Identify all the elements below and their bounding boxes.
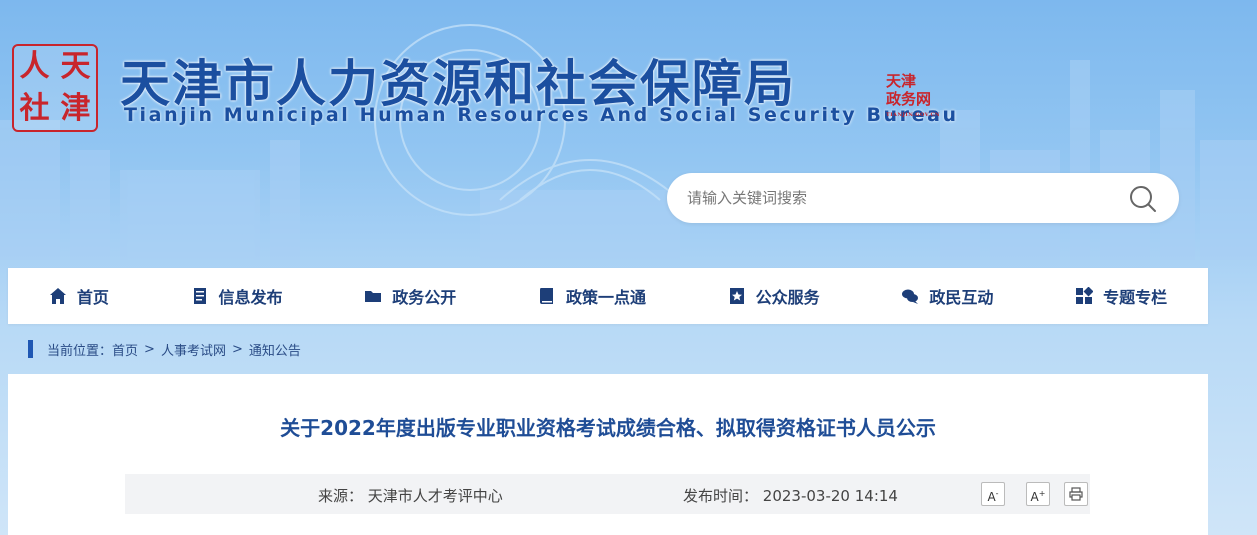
breadcrumb-marker <box>28 340 33 358</box>
breadcrumb-link-notice[interactable]: 通知公告 <box>249 340 301 359</box>
bureau-logo-seal[interactable]: 人 天 社 津 <box>12 44 98 132</box>
print-button[interactable] <box>1064 482 1088 506</box>
nav-label: 信息发布 <box>218 288 283 307</box>
search-icon[interactable] <box>1128 184 1158 214</box>
nav-item-special-topics[interactable]: 专题专栏 <box>1061 268 1181 324</box>
nav-item-policy[interactable]: 政策一点通 <box>524 268 660 324</box>
home-icon <box>49 288 66 304</box>
breadcrumb-prefix: 当前位置： <box>47 343 113 359</box>
search-box <box>667 173 1179 223</box>
nav-item-gov-affairs[interactable]: 政务公开 <box>350 268 470 324</box>
stamp-line: 天津 <box>886 72 917 90</box>
source-label: 来源： <box>318 487 364 505</box>
print-icon <box>1069 487 1083 501</box>
nav-item-info-release[interactable]: 信息发布 <box>177 268 297 324</box>
logo-char: 人 <box>19 49 50 84</box>
folder-icon <box>365 291 382 302</box>
font-increase-label: A <box>1030 490 1039 504</box>
breadcrumb-separator: > <box>231 341 243 357</box>
article-content: 关于2022年度出版专业职业资格考试成绩合格、拟取得资格证书人员公示 来源： 天… <box>8 374 1208 535</box>
article-title: 关于2022年度出版专业职业资格考试成绩合格、拟取得资格证书人员公示 <box>280 416 936 440</box>
breadcrumb-link-home[interactable]: 首页 <box>112 340 138 359</box>
font-increase-button[interactable]: A+ <box>1026 482 1050 506</box>
article-date: 发布时间： 2023-03-20 14:14 <box>683 485 898 506</box>
nav-label: 政策一点通 <box>565 288 646 307</box>
date-label: 发布时间： <box>683 487 759 505</box>
logo-char: 社 <box>19 91 50 126</box>
grid-icon <box>1076 287 1094 304</box>
chat-icon <box>902 289 919 304</box>
book-icon <box>539 288 553 304</box>
main-navigation: 首页 信息发布 政务公开 政策一点通 公众服务 政民互动 专题专栏 <box>8 268 1208 324</box>
font-decrease-label: A <box>987 490 996 504</box>
breadcrumb: 当前位置： 首页 > 人事考试网 > 通知公告 <box>28 340 301 359</box>
article-meta-bar: 来源： 天津市人才考评中心 发布时间： 2023-03-20 14:14 A- … <box>125 474 1090 514</box>
logo-char: 天 <box>60 49 91 84</box>
search-input[interactable] <box>687 186 1107 210</box>
article-source: 来源： 天津市人才考评中心 <box>318 485 503 506</box>
nav-label: 首页 <box>76 288 109 307</box>
nav-label: 公众服务 <box>755 288 820 307</box>
date-value: 2023-03-20 14:14 <box>762 487 898 505</box>
breadcrumb-separator: > <box>144 341 155 357</box>
star-badge-icon <box>729 288 744 304</box>
font-decrease-button[interactable]: A- <box>981 482 1005 506</box>
nav-item-interaction[interactable]: 政民互动 <box>887 268 1007 324</box>
nav-label: 政务公开 <box>392 288 457 307</box>
breadcrumb-link-exam[interactable]: 人事考试网 <box>161 340 226 359</box>
nav-item-public-service[interactable]: 公众服务 <box>714 268 834 324</box>
nav-label: 专题专栏 <box>1103 288 1168 307</box>
source-value: 天津市人才考评中心 <box>367 487 503 505</box>
document-icon <box>193 288 206 304</box>
site-title-english: Tianjin Municipal Human Resources And So… <box>124 104 959 126</box>
stamp-subtext: TIANJIN.GOV.CN <box>886 112 941 118</box>
tianjin-gov-stamp[interactable]: 天津 政务网 TIANJIN.GOV.CN <box>886 72 940 122</box>
nav-label: 政民互动 <box>929 288 994 307</box>
logo-char: 津 <box>60 91 91 126</box>
nav-item-home[interactable]: 首页 <box>35 268 123 324</box>
